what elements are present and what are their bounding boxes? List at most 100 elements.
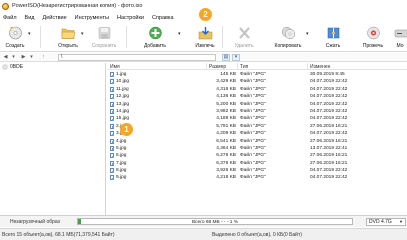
disc-type-select[interactable]: DVD 4.7G ▼ <box>366 218 406 226</box>
file-rows: 1.jpg 145 KB Файл "JPG" 30.09.2019 9:45 10.… <box>107 71 407 182</box>
path-input[interactable]: \ <box>58 54 216 61</box>
file-name: 12.jpg <box>116 94 130 100</box>
file-type: Файл "JPG" <box>240 108 266 114</box>
tree-root-item[interactable]: 0BDE <box>2 64 23 70</box>
toolbar-separator <box>40 26 41 48</box>
address-bar: ◀ ▾ ▶ ▾ ↑ \ ▤ ▾ <box>0 53 407 62</box>
column-divider[interactable] <box>307 63 308 70</box>
forward-icon[interactable]: ▶ <box>20 54 27 61</box>
open-label: Открыть <box>58 43 78 49</box>
annotation-badge-1: 1 <box>120 123 133 136</box>
save-label: Сохранить <box>91 43 117 49</box>
back-dropdown-icon[interactable]: ▾ <box>10 54 17 61</box>
jpg-file-icon <box>110 138 114 144</box>
file-row[interactable]: 2.jpg5,791 KBФайл "JPG"27.06.2019 16:21 <box>107 123 407 130</box>
file-name: 7.jpg <box>116 160 127 166</box>
file-row[interactable]: 5.jpg 4,364 KB Файл "JPG" 13.07.2019 22:41 <box>107 145 407 152</box>
capacity-progress: Всего 68 МБ - - - 1 % <box>77 218 353 225</box>
annotation-badge-2: 2 <box>199 8 212 21</box>
copy-disc-icon <box>281 26 296 40</box>
file-type: Файл "JPG" <box>240 72 266 77</box>
add-dropdown-icon[interactable]: ▾ <box>178 31 181 37</box>
view-mode-icon[interactable]: ▾ <box>232 54 240 61</box>
new-disc-icon <box>8 26 23 40</box>
tree-root-label: 0BDE <box>10 64 24 70</box>
jpg-file-icon <box>110 94 114 100</box>
file-name: 6.jpg <box>116 153 127 159</box>
file-row[interactable]: 4.jpg 6,541 KB Файл "JPG" 27.06.2019 16:21 <box>107 138 407 145</box>
extract-button[interactable]: Извлечь <box>194 24 216 50</box>
jpg-file-icon <box>110 168 114 174</box>
file-row[interactable]: 10.jpg 3,429 KB Файл "JPG" 04.07.2019 22:42 <box>107 78 407 85</box>
mount-button[interactable]: Мо <box>393 24 407 50</box>
file-name: 10.jpg <box>116 79 130 85</box>
column-size[interactable]: Размер <box>209 64 226 70</box>
file-row[interactable]: 9.jpg 4,218 KB Файл "JPG" 04.07.2019 22:42 <box>107 174 407 181</box>
file-row[interactable]: 15.jpg 4,189 KB Файл "JPG" 04.07.2019 22:42 <box>107 115 407 122</box>
up-folder-icon[interactable]: ↑ <box>40 54 47 61</box>
file-size: 4,316 KB <box>216 86 236 92</box>
jpg-file-icon <box>110 153 114 159</box>
file-row[interactable]: 8.jpg 3,926 KB Файл "JPG" 04.07.2019 22:42 <box>107 167 407 174</box>
file-row[interactable]: 14.jpg 3,982 KB Файл "JPG" 04.07.2019 22:42 <box>107 108 407 115</box>
file-row[interactable]: 12.jpg 4,136 KB Файл "JPG" 04.07.2019 22:42 <box>107 93 407 100</box>
column-modified[interactable]: Изменен <box>310 64 330 70</box>
column-type[interactable]: Тип <box>240 64 248 70</box>
back-icon[interactable]: ◀ <box>2 54 9 61</box>
file-size: 145 KB <box>220 72 236 77</box>
file-name: 4.jpg <box>116 138 127 144</box>
file-row[interactable]: 11.jpg 4,316 KB Файл "JPG" 04.07.2019 22:42 <box>107 86 407 93</box>
capacity-bar: Незагрузочный образ Всего 68 МБ - - - 1 … <box>0 215 407 227</box>
file-date: 27.06.2019 16:21 <box>310 138 348 144</box>
file-type: Файл "JPG" <box>240 86 266 92</box>
open-dropdown-icon[interactable]: ▾ <box>81 31 84 37</box>
status-selected: Выделено 0 объект(а,ов), 0 КБ(0 Байт) <box>212 232 302 238</box>
file-size: 3,982 KB <box>216 108 236 114</box>
open-button[interactable]: Открыть <box>56 24 80 50</box>
add-button[interactable]: Добавить <box>142 24 168 50</box>
menu-view[interactable]: Вид <box>21 15 39 21</box>
menu-action[interactable]: Действие <box>38 15 70 21</box>
file-name: 15.jpg <box>116 116 130 122</box>
copy-dropdown-icon[interactable]: ▾ <box>306 31 309 37</box>
menu-file[interactable]: Файл <box>0 15 21 21</box>
jpg-file-icon <box>110 116 114 122</box>
compress-icon <box>326 26 341 40</box>
save-button[interactable]: Сохранить <box>90 24 118 50</box>
burn-label: Прожечь <box>362 43 384 49</box>
forward-dropdown-icon[interactable]: ▾ <box>28 54 35 61</box>
file-row[interactable]: 3.jpg4,209 KBФайл "JPG"04.07.2019 22:42 <box>107 130 407 137</box>
compress-button[interactable]: Сжать <box>322 24 344 50</box>
add-label: Добавить <box>143 43 167 49</box>
file-row[interactable]: 13.jpg 5,200 KB Файл "JPG" 04.07.2019 22:42 <box>107 101 407 108</box>
toolbar-separator <box>126 26 127 48</box>
extract-icon <box>198 26 213 40</box>
jpg-file-icon <box>110 160 114 166</box>
create-button[interactable]: Создать <box>4 24 26 50</box>
menu-tools[interactable]: Инструменты <box>71 15 113 21</box>
copy-button[interactable]: Копировать <box>272 24 304 50</box>
create-dropdown-icon[interactable]: ▾ <box>28 31 31 37</box>
extract-label: Извлечь <box>195 43 215 49</box>
file-date: 04.07.2019 22:42 <box>310 108 348 114</box>
file-row[interactable]: 7.jpg 6,376 KB Файл "JPG" 27.06.2019 16:21 <box>107 160 407 167</box>
disc-icon <box>2 64 8 70</box>
file-type: Файл "JPG" <box>240 79 266 85</box>
column-divider[interactable] <box>237 63 238 70</box>
menu-settings[interactable]: Настройки <box>113 15 148 21</box>
file-type: Файл "JPG" <box>240 160 266 166</box>
column-divider[interactable] <box>206 63 207 70</box>
burn-button[interactable]: Прожечь <box>359 24 387 50</box>
delete-button[interactable]: Удалить <box>232 24 256 50</box>
file-row[interactable]: 6.jpg 6,276 KB Файл "JPG" 27.06.2019 16:21 <box>107 152 407 159</box>
menu-help[interactable]: Справка <box>148 15 178 21</box>
jpg-file-icon <box>110 101 114 107</box>
column-name[interactable]: Имя <box>110 64 120 70</box>
go-folder-icon[interactable]: ▤ <box>222 54 230 61</box>
file-type: Файл "JPG" <box>240 175 266 181</box>
file-type: Файл "JPG" <box>240 123 266 129</box>
file-name: 9.jpg <box>116 175 127 181</box>
file-date: 30.09.2019 9:45 <box>310 72 345 77</box>
jpg-file-icon <box>110 175 114 181</box>
file-row[interactable]: 1.jpg 145 KB Файл "JPG" 30.09.2019 9:45 <box>107 71 407 78</box>
